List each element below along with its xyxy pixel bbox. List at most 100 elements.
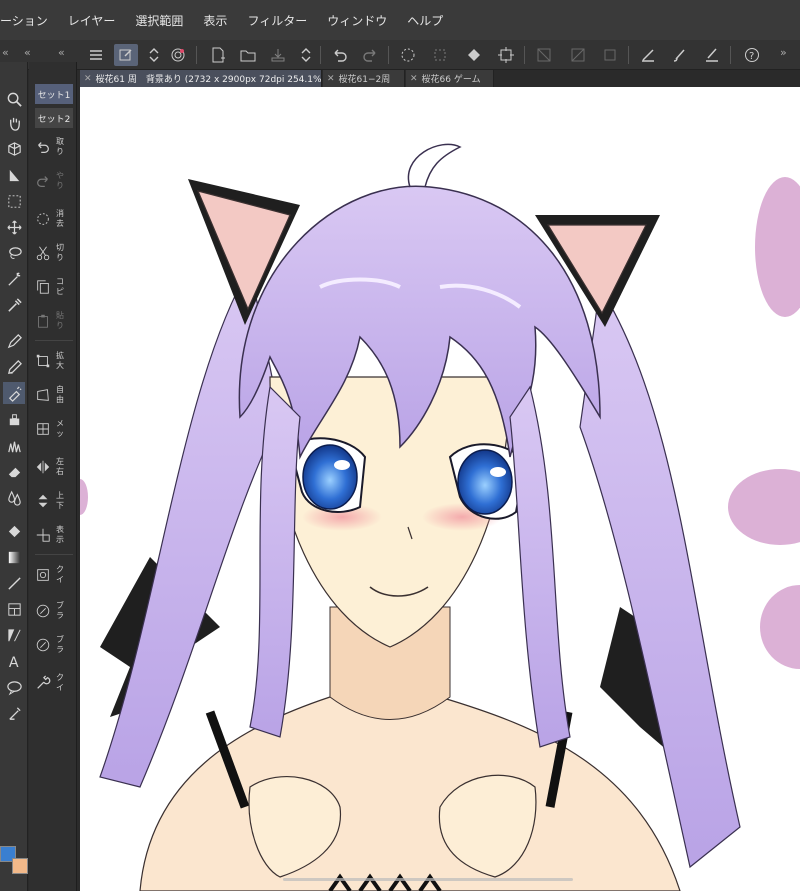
help-icon[interactable]: ?: [740, 44, 764, 66]
sub-show[interactable]: 表示: [33, 520, 75, 550]
sub-mesh[interactable]: メッ: [33, 414, 75, 444]
command-bar: « « « ? »: [0, 40, 800, 70]
airbrush-alt-icon[interactable]: [3, 408, 25, 430]
svg-text:A: A: [8, 655, 18, 670]
menu-layer[interactable]: レイヤー: [68, 12, 116, 29]
sub-color-swatch[interactable]: [12, 858, 28, 874]
arrows-updown-icon[interactable]: [294, 44, 318, 66]
operation-icon[interactable]: [3, 164, 25, 186]
decoration-icon[interactable]: [3, 434, 25, 456]
menu-view[interactable]: 表示: [203, 12, 227, 29]
close-icon[interactable]: ✕: [327, 74, 335, 84]
cube-icon[interactable]: [3, 138, 25, 160]
menu-icon[interactable]: [84, 44, 108, 66]
pen-tool-icon[interactable]: [114, 44, 138, 66]
gradient-icon[interactable]: [3, 546, 25, 568]
paste-icon: [33, 311, 53, 331]
deselect-icon[interactable]: [396, 44, 420, 66]
line-icon[interactable]: [3, 572, 25, 594]
tab-document-1[interactable]: ✕ 桜花61 周 背景あり (2732 x 2900px 72dpi 254.1%…: [80, 70, 322, 87]
brush-icon[interactable]: [668, 44, 692, 66]
spiral-icon[interactable]: [166, 44, 190, 66]
sub-wrench[interactable]: クイ: [33, 668, 75, 698]
brush-icon: [33, 635, 53, 655]
document-tabs: ✕ 桜花61 周 背景あり (2732 x 2900px 72dpi 254.1%…: [80, 70, 800, 87]
mesh-icon: [33, 419, 53, 439]
sub-copy[interactable]: コピ: [33, 272, 75, 302]
airbrush-icon[interactable]: [3, 382, 25, 404]
collapse-right-icon[interactable]: »: [780, 46, 787, 59]
new-file-icon[interactable]: [206, 44, 230, 66]
fill-icon[interactable]: [462, 44, 486, 66]
collapse-left-icon[interactable]: «: [58, 46, 65, 59]
scale-icon: [33, 351, 53, 371]
sub-erase[interactable]: 消去: [33, 204, 75, 234]
sub-brush-1[interactable]: ブラ: [33, 596, 75, 626]
menu-filter[interactable]: フィルター: [247, 12, 307, 29]
crop-icon[interactable]: [494, 44, 518, 66]
close-icon[interactable]: ✕: [84, 74, 92, 84]
blend-icon[interactable]: [3, 486, 25, 508]
close-icon[interactable]: ✕: [410, 74, 418, 84]
eyedropper-icon[interactable]: [3, 294, 25, 316]
menu-animation[interactable]: ーション: [0, 12, 48, 29]
sub-quick[interactable]: クイ: [33, 560, 75, 590]
sub-flip-h[interactable]: 左右: [33, 452, 75, 482]
sub-brush-2[interactable]: ブラ: [33, 630, 75, 660]
marquee-icon[interactable]: [3, 190, 25, 212]
ruler-icon[interactable]: [3, 624, 25, 646]
show-icon: [33, 525, 53, 545]
move-icon[interactable]: [3, 216, 25, 238]
save-icon[interactable]: [266, 44, 290, 66]
sub-free-transform[interactable]: 自由: [33, 380, 75, 410]
arrows-updown-icon[interactable]: [142, 44, 166, 66]
wrench-icon: [33, 673, 53, 693]
sub-cut[interactable]: 切り: [33, 238, 75, 268]
frame-icon[interactable]: [3, 598, 25, 620]
set-tab-2[interactable]: セット2: [35, 108, 73, 128]
pencil-icon[interactable]: [3, 356, 25, 378]
sub-flip-v[interactable]: 上下: [33, 486, 75, 516]
eraser-icon[interactable]: [3, 460, 25, 482]
magic-wand-icon[interactable]: [3, 268, 25, 290]
tool-palette: A: [0, 62, 28, 891]
svg-text:?: ?: [749, 51, 754, 62]
collapse-left-icon[interactable]: «: [24, 46, 31, 59]
sub-tool-palette: セット1 セット2 取り やり 消去 切り コピ 貼り 拡大 自由 メッ 左右 …: [29, 62, 77, 891]
search-icon[interactable]: [3, 88, 25, 110]
collapse-left-icon[interactable]: «: [2, 46, 9, 59]
pen-icon[interactable]: [3, 330, 25, 352]
redo-icon: [33, 171, 53, 191]
open-folder-icon[interactable]: [236, 44, 260, 66]
text-icon[interactable]: A: [3, 650, 25, 672]
hand-icon[interactable]: [3, 112, 25, 134]
fill-icon[interactable]: [3, 520, 25, 542]
balloon-icon[interactable]: [3, 676, 25, 698]
drawing-canvas[interactable]: [80, 87, 800, 891]
no-icon[interactable]: [598, 44, 622, 66]
undo-icon[interactable]: [328, 44, 352, 66]
brush-setting-icon[interactable]: [636, 44, 660, 66]
scissors-icon: [33, 243, 53, 263]
menu-help[interactable]: ヘルプ: [407, 12, 443, 29]
copy-icon: [33, 277, 53, 297]
tab-document-2[interactable]: ✕ 桜花61−2周: [323, 70, 405, 87]
sub-undo[interactable]: 取り: [33, 132, 75, 162]
sub-redo[interactable]: やり: [33, 166, 75, 196]
sub-paste[interactable]: 貼り: [33, 306, 75, 336]
no-icon[interactable]: [566, 44, 590, 66]
select-transform-icon[interactable]: [428, 44, 452, 66]
home-indicator: [283, 878, 573, 881]
free-transform-icon: [33, 385, 53, 405]
flip-v-icon: [33, 491, 53, 511]
tab-document-3[interactable]: ✕ 桜花66 ゲーム: [406, 70, 494, 87]
lasso-icon[interactable]: [3, 242, 25, 264]
correction-icon[interactable]: [3, 702, 25, 724]
sub-scale[interactable]: 拡大: [33, 346, 75, 376]
no-icon[interactable]: [532, 44, 556, 66]
ruler-pen-icon[interactable]: [700, 44, 724, 66]
redo-icon[interactable]: [358, 44, 382, 66]
menu-selection[interactable]: 選択範囲: [135, 12, 183, 29]
set-tab-1[interactable]: セット1: [35, 84, 73, 104]
menu-window[interactable]: ウィンドウ: [327, 12, 387, 29]
